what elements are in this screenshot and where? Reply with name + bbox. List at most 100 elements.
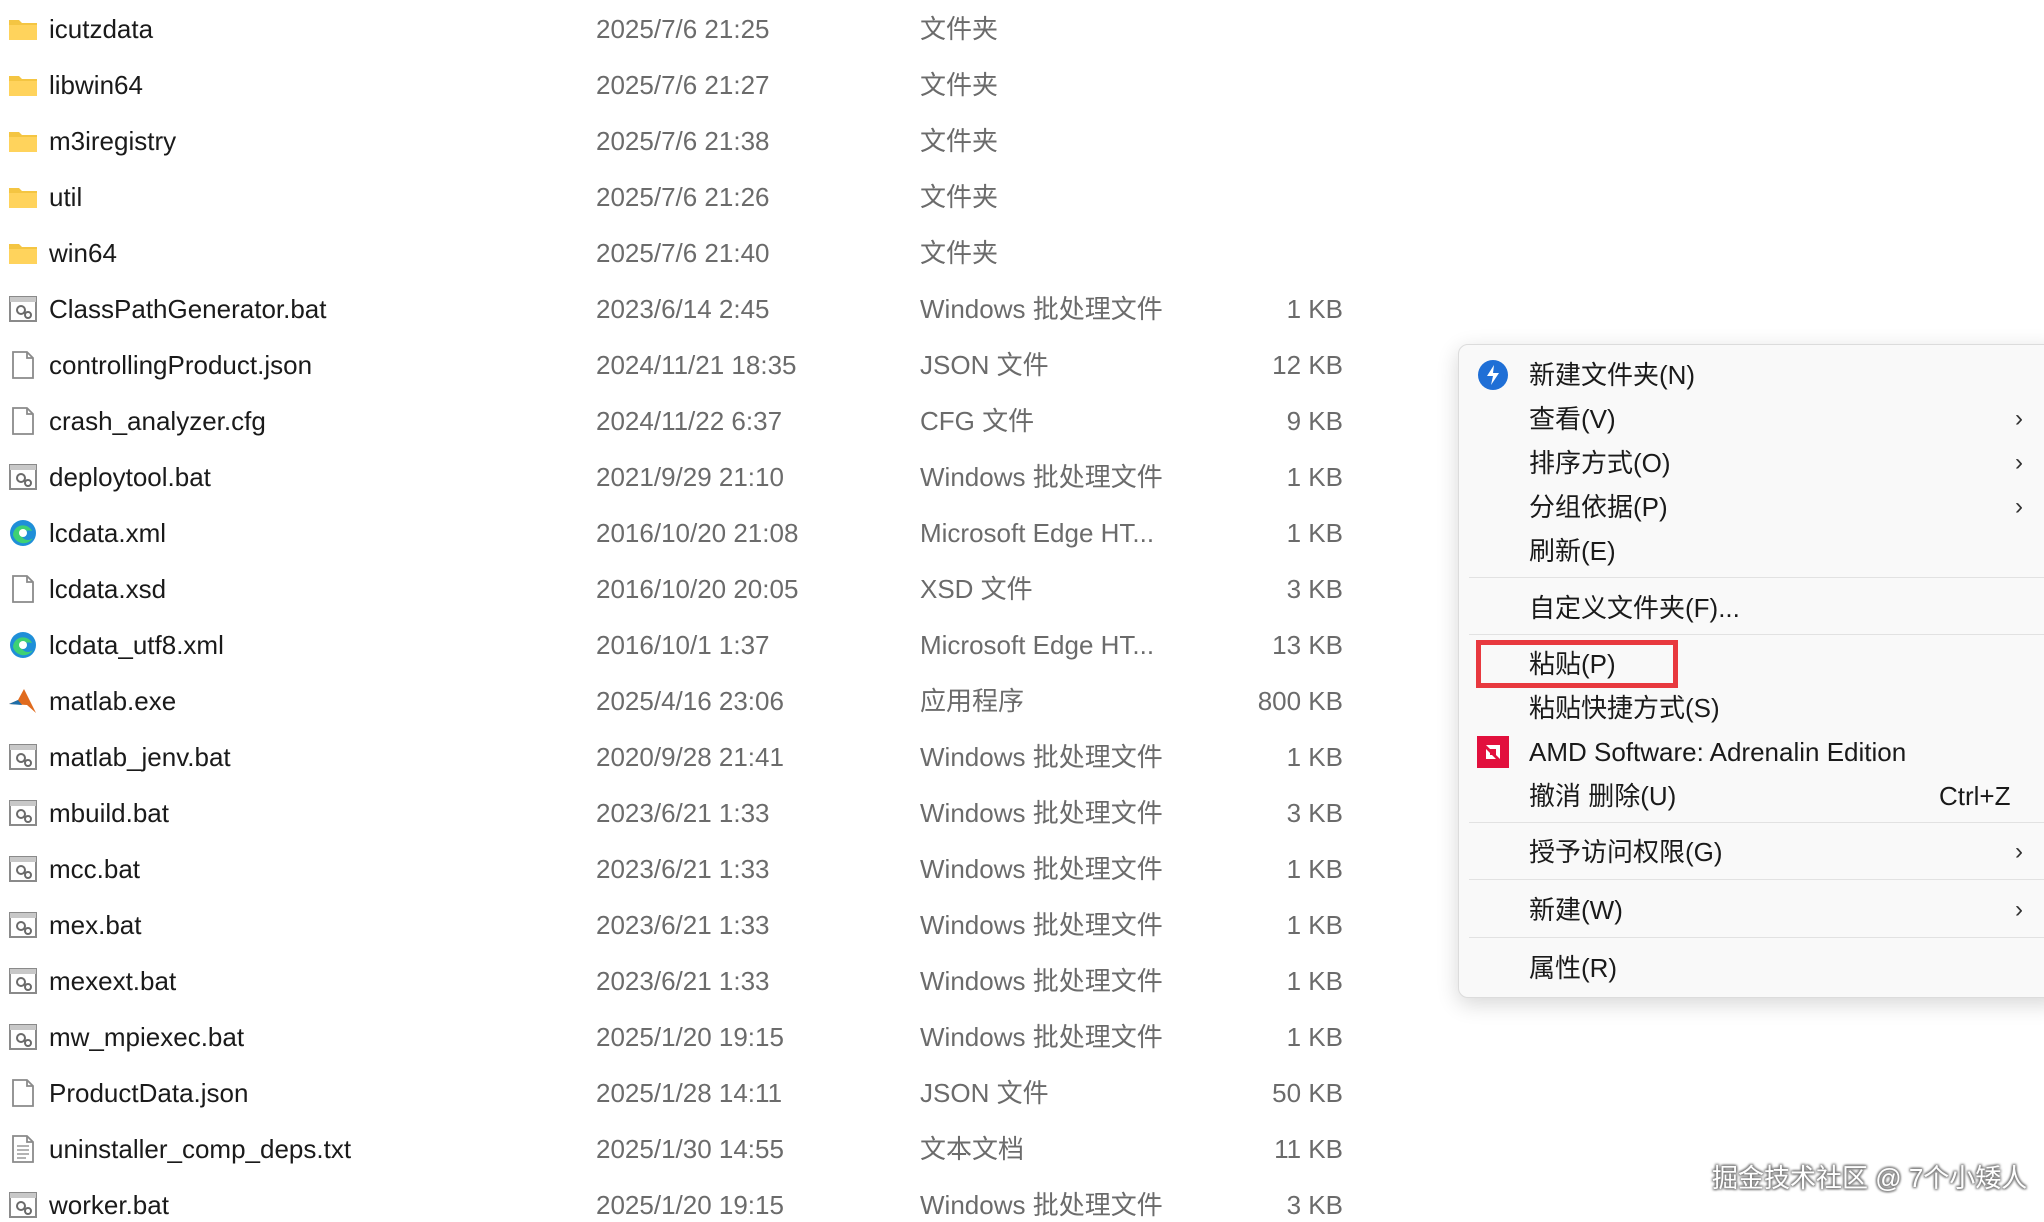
file-name: mbuild.bat	[49, 798, 169, 828]
menu-item-new-folder[interactable]: 新建文件夹(N)	[1459, 353, 2044, 397]
file-row[interactable]: ProductData.json 2025/1/28 14:11 JSON 文件…	[0, 1065, 1400, 1121]
amd-logo-icon	[1477, 736, 1509, 768]
folder-icon	[9, 76, 37, 96]
file-date: 2025/7/6 21:38	[596, 126, 770, 156]
menu-shortcut: Ctrl+Z	[1939, 781, 2011, 811]
file-date: 2024/11/21 18:35	[596, 350, 797, 380]
batch-file-icon	[9, 1024, 37, 1050]
file-size: 3 KB	[1286, 574, 1343, 604]
file-row[interactable]: crash_analyzer.cfg 2024/11/22 6:37 CFG 文…	[0, 393, 1400, 449]
file-name: mw_mpiexec.bat	[49, 1022, 245, 1052]
edge-icon	[10, 520, 36, 546]
file-row[interactable]: lcdata.xml 2016/10/20 21:08 Microsoft Ed…	[0, 505, 1400, 561]
file-list: icutzdata 2025/7/6 21:25 文件夹 libwin64 20…	[0, 0, 1440, 1222]
file-row[interactable]: mexext.bat 2023/6/21 1:33 Windows 批处理文件 …	[0, 953, 1400, 1009]
file-row[interactable]: win64 2025/7/6 21:40 文件夹	[0, 225, 1400, 281]
file-type: Windows 批处理文件	[920, 798, 1163, 828]
batch-file-icon	[9, 856, 37, 882]
file-name: lcdata.xml	[49, 518, 167, 548]
menu-item-group-by[interactable]: 分组依据(P) ›	[1459, 485, 2044, 529]
file-type: 文件夹	[920, 14, 999, 44]
folder-icon	[9, 132, 37, 152]
folder-icon	[9, 20, 37, 40]
menu-item-refresh[interactable]: 刷新(E)	[1459, 529, 2044, 573]
file-name: util	[49, 182, 83, 212]
file-row[interactable]: m3iregistry 2025/7/6 21:38 文件夹	[0, 113, 1400, 169]
file-row[interactable]: ClassPathGenerator.bat 2023/6/14 2:45 Wi…	[0, 281, 1400, 337]
file-type: Windows 批处理文件	[920, 910, 1163, 940]
context-menu: 新建文件夹(N) 查看(V) › 排序方式(O) › 分组依据(P) › 刷新(…	[1458, 344, 2044, 998]
batch-file-icon	[9, 296, 37, 322]
menu-item-undo-delete[interactable]: 撤消 删除(U) Ctrl+Z	[1459, 774, 2044, 818]
file-name: controllingProduct.json	[49, 350, 313, 380]
menu-separator	[1469, 822, 2044, 823]
file-size: 1 KB	[1286, 462, 1343, 492]
menu-item-view[interactable]: 查看(V) ›	[1459, 397, 2044, 441]
file-type: 文件夹	[920, 238, 999, 268]
file-name: m3iregistry	[49, 126, 177, 156]
file-size: 12 KB	[1272, 350, 1343, 380]
file-name: matlab_jenv.bat	[49, 742, 231, 772]
blank-file-icon	[12, 407, 34, 435]
menu-item-properties[interactable]: 属性(R)	[1459, 946, 2044, 990]
file-row[interactable]: mw_mpiexec.bat 2025/1/20 19:15 Windows 批…	[0, 1009, 1400, 1065]
file-row[interactable]: deploytool.bat 2021/9/29 21:10 Windows 批…	[0, 449, 1400, 505]
menu-item-new[interactable]: 新建(W) ›	[1459, 888, 2044, 932]
menu-item-amd-software[interactable]: AMD Software: Adrenalin Edition	[1459, 730, 2044, 774]
file-type: CFG 文件	[920, 406, 1035, 436]
file-size: 9 KB	[1286, 406, 1343, 436]
file-row[interactable]: worker.bat 2025/1/20 19:15 Windows 批处理文件…	[0, 1177, 1400, 1222]
file-size: 3 KB	[1286, 1190, 1343, 1220]
new-folder-icon	[1478, 360, 1508, 390]
matlab-icon	[9, 689, 36, 713]
batch-file-icon	[9, 800, 37, 826]
blank-file-icon	[12, 575, 34, 603]
file-type: Microsoft Edge HT...	[920, 630, 1155, 660]
menu-label: 新建文件夹(N)	[1529, 360, 1696, 390]
menu-item-paste-shortcut[interactable]: 粘贴快捷方式(S)	[1459, 686, 2044, 730]
menu-item-give-access[interactable]: 授予访问权限(G) ›	[1459, 830, 2044, 874]
file-row[interactable]: controllingProduct.json 2024/11/21 18:35…	[0, 337, 1400, 393]
file-type: 应用程序	[920, 686, 1025, 716]
file-row[interactable]: util 2025/7/6 21:26 文件夹	[0, 169, 1400, 225]
file-row[interactable]: lcdata.xsd 2016/10/20 20:05 XSD 文件 3 KB	[0, 561, 1400, 617]
menu-item-customize-folder[interactable]: 自定义文件夹(F)...	[1459, 586, 2044, 630]
menu-item-sort-by[interactable]: 排序方式(O) ›	[1459, 441, 2044, 485]
blank-file-icon	[12, 351, 34, 379]
file-type: 文本文档	[920, 1134, 1025, 1164]
file-size: 11 KB	[1274, 1134, 1343, 1164]
file-type: Windows 批处理文件	[920, 854, 1163, 884]
menu-label: 查看(V)	[1529, 404, 1616, 434]
file-date: 2025/1/30 14:55	[596, 1134, 784, 1164]
file-row[interactable]: matlab.exe 2025/4/16 23:06 应用程序 800 KB	[0, 673, 1400, 729]
menu-label: 自定义文件夹(F)...	[1529, 593, 1740, 623]
file-row[interactable]: icutzdata 2025/7/6 21:25 文件夹	[0, 1, 1400, 57]
file-name: libwin64	[49, 70, 143, 100]
file-date: 2025/7/6 21:25	[596, 14, 770, 44]
file-size: 1 KB	[1286, 294, 1343, 324]
file-date: 2025/1/20 19:15	[596, 1022, 784, 1052]
file-date: 2023/6/21 1:33	[596, 854, 770, 884]
edge-icon	[10, 632, 36, 658]
folder-icon	[9, 188, 37, 208]
file-date: 2023/6/14 2:45	[596, 294, 770, 324]
file-date: 2016/10/1 1:37	[596, 630, 770, 660]
file-name: worker.bat	[49, 1190, 169, 1220]
batch-file-icon	[9, 1192, 37, 1218]
batch-file-icon	[9, 912, 37, 938]
file-size: 1 KB	[1286, 1022, 1343, 1052]
file-row[interactable]: mbuild.bat 2023/6/21 1:33 Windows 批处理文件 …	[0, 785, 1400, 841]
file-row[interactable]: libwin64 2025/7/6 21:27 文件夹	[0, 57, 1400, 113]
file-name: win64	[49, 238, 117, 268]
file-name: mex.bat	[49, 910, 142, 940]
file-row[interactable]: mcc.bat 2023/6/21 1:33 Windows 批处理文件 1 K…	[0, 841, 1400, 897]
file-date: 2025/1/28 14:11	[596, 1078, 783, 1108]
file-row[interactable]: mex.bat 2023/6/21 1:33 Windows 批处理文件 1 K…	[0, 897, 1400, 953]
file-row[interactable]: matlab_jenv.bat 2020/9/28 21:41 Windows …	[0, 729, 1400, 785]
menu-label: 分组依据(P)	[1529, 492, 1668, 522]
file-row[interactable]: uninstaller_comp_deps.txt 2025/1/30 14:5…	[0, 1121, 1400, 1177]
menu-separator	[1469, 879, 2044, 880]
batch-file-icon	[9, 464, 37, 490]
file-type: JSON 文件	[920, 350, 1049, 380]
file-row[interactable]: lcdata_utf8.xml 2016/10/1 1:37 Microsoft…	[0, 617, 1400, 673]
